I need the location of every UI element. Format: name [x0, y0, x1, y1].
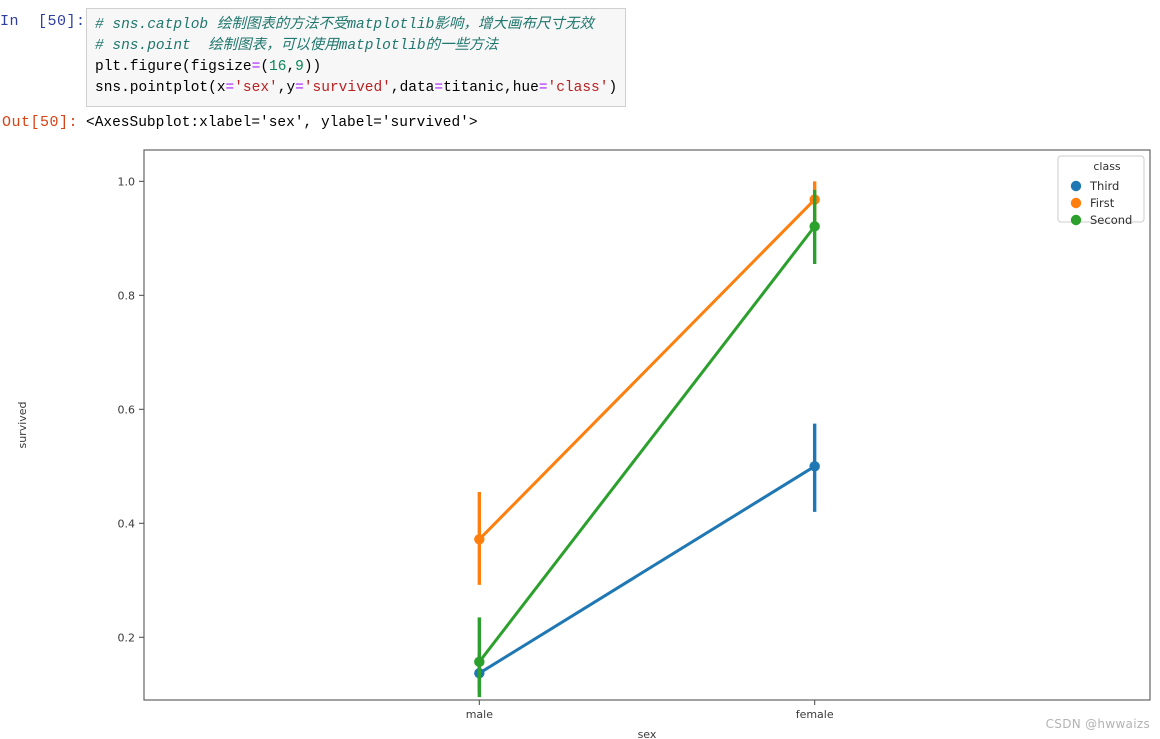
- code-token-plain: sns.pointplot(x: [95, 80, 226, 96]
- code-token-plain: )): [303, 59, 322, 75]
- y-tick-label: 0.8: [118, 289, 136, 302]
- code-token-comment: # sns.point 绘制图表，可以使用matplotlib的一些方法: [95, 38, 499, 54]
- data-point-marker: [474, 534, 485, 545]
- code-line: sns.pointplot(x='sex',y='survived',data=…: [95, 78, 617, 99]
- input-cell-row: In [50]: # sns.catplob 绘制图表的方法不受matplotl…: [0, 0, 1160, 107]
- code-token-number: 16: [269, 59, 287, 75]
- x-tick-label: female: [796, 708, 834, 721]
- legend-label[interactable]: Third: [1089, 179, 1119, 193]
- code-token-op: =: [295, 80, 304, 96]
- plot-frame: [143, 149, 1151, 701]
- y-tick-label: 1.0: [118, 175, 136, 188]
- x-tick-label: male: [466, 708, 494, 721]
- code-editor[interactable]: # sns.catplob 绘制图表的方法不受matplotlib影响，增大画布…: [86, 8, 627, 107]
- x-axis-label: sex: [638, 728, 657, 739]
- code-token-plain: ,data: [390, 80, 435, 96]
- code-line: # sns.point 绘制图表，可以使用matplotlib的一些方法: [95, 36, 617, 57]
- code-token-plain: ,: [286, 59, 296, 75]
- data-point-marker: [474, 656, 485, 668]
- legend-label[interactable]: First: [1090, 196, 1115, 210]
- output-cell-row: Out[50]: <AxesSubplot:xlabel='sex', ylab…: [0, 107, 1160, 133]
- legend-marker: [1070, 180, 1082, 192]
- series-third: [474, 423, 820, 692]
- code-token-plain: ,y: [277, 80, 296, 96]
- series-second: [474, 189, 820, 698]
- pointplot-figure: 0.2 0.4 0.6 0.8 1.0 survived male female sex clas…: [0, 138, 1160, 739]
- output-prompt: Out[50]:: [1, 114, 78, 131]
- code-token-op: =: [538, 80, 548, 96]
- data-point-marker: [809, 461, 820, 472]
- code-token-string: 'class': [547, 80, 609, 96]
- y-axis-label: survived: [16, 401, 29, 448]
- series-line: [478, 198, 816, 541]
- input-prompt: In [50]:: [0, 13, 86, 30]
- series-line: [478, 465, 816, 675]
- legend-title: class: [1093, 160, 1121, 173]
- output-area: <AxesSubplot:xlabel='sex', ylabel='survi…: [86, 107, 1160, 133]
- code-token-string: 'sex': [234, 80, 278, 96]
- code-token-op: =: [434, 80, 444, 96]
- legend-marker: [1070, 197, 1082, 209]
- legend-marker: [1070, 214, 1082, 226]
- series-line: [478, 225, 816, 663]
- data-point-marker: [809, 221, 820, 232]
- code-token-op: =: [225, 80, 235, 96]
- legend-label[interactable]: Second: [1090, 213, 1132, 227]
- y-tick-label: 0.4: [118, 517, 136, 530]
- watermark-text: CSDN @hwwaizs: [1045, 717, 1150, 731]
- code-line: # sns.catplob 绘制图表的方法不受matplotlib影响，增大画布…: [95, 15, 617, 36]
- code-token-plain: titanic,hue: [443, 80, 539, 96]
- notebook-cell: In [50]: # sns.catplob 绘制图表的方法不受matplotl…: [0, 0, 1160, 133]
- plot-canvas: 0.2 0.4 0.6 0.8 1.0 survived male female sex clas…: [16, 149, 1151, 739]
- code-token-comment: # sns.catplob 绘制图表的方法不受matplotlib影响，增大画布…: [95, 17, 594, 33]
- code-token-plain: plt.figure(figsize: [95, 59, 252, 75]
- code-token-plain: ): [608, 80, 618, 96]
- code-token-number: 9: [295, 59, 304, 75]
- output-repr-text: <AxesSubplot:xlabel='sex', ylabel='survi…: [86, 115, 478, 131]
- y-tick-label: 0.2: [118, 631, 136, 644]
- series-first: [474, 181, 820, 585]
- y-tick-label: 0.6: [118, 403, 136, 416]
- code-token-string: 'survived': [303, 80, 391, 96]
- code-token-plain: (: [260, 59, 270, 75]
- code-line: plt.figure(figsize=(16,9)): [95, 57, 617, 78]
